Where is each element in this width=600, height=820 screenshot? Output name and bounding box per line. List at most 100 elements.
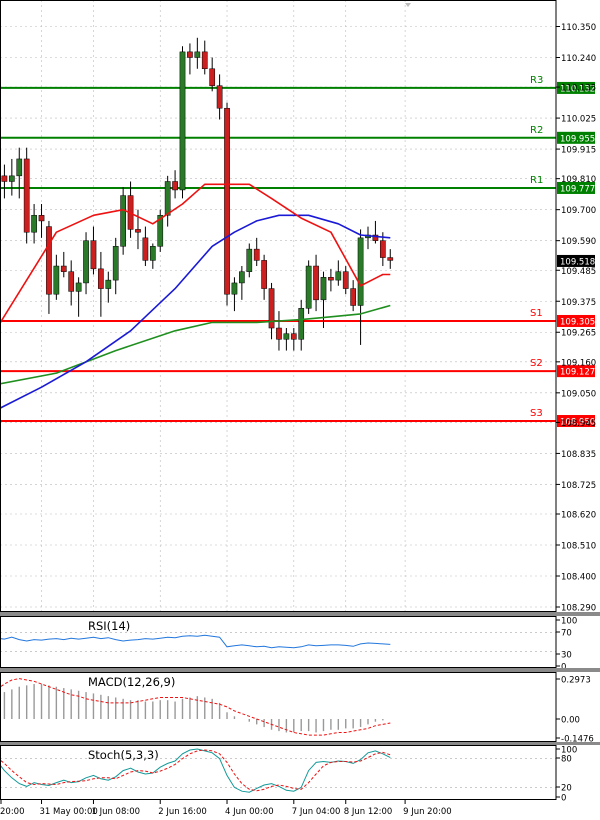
level-price-label: 109.777 <box>560 184 595 194</box>
price-tick-label: 108.510 <box>561 542 596 552</box>
candle-body <box>239 271 245 284</box>
candle-body <box>8 175 15 182</box>
candle-body <box>194 51 201 58</box>
candlesticks <box>1 37 394 351</box>
level-name-s2: S2 <box>530 358 543 369</box>
candle-body <box>387 257 394 261</box>
price-tick-label: 109.485 <box>561 267 596 277</box>
candle-body <box>290 333 297 340</box>
panel-background <box>0 616 556 668</box>
level-name-r2: R2 <box>530 125 543 136</box>
candle-body <box>305 265 312 309</box>
candle-body <box>23 158 30 233</box>
price-axis: 110.350 110.240 110.135 110.025 109.915 109.8… <box>405 3 596 614</box>
panel-title: RSI(14) <box>88 619 130 633</box>
rsi-panel: 10070300RSI(14) <box>0 616 577 673</box>
price-tick-label: 109.915 <box>561 146 596 156</box>
panel-separator <box>0 612 600 616</box>
moving-averages <box>0 183 391 410</box>
price-tick-label: 109.265 <box>561 329 596 339</box>
candle-body <box>53 265 60 295</box>
candle-body <box>209 68 216 86</box>
time-tick-label: 8 Jun 12:00 <box>344 807 393 817</box>
candle-body <box>283 333 290 340</box>
price-tick-label: 109.050 <box>561 389 596 399</box>
time-tick-label: 20:00 <box>0 807 25 817</box>
time-tick-label: 1 Jun 08:00 <box>91 807 140 817</box>
level-price-label: 109.305 <box>560 317 595 327</box>
candle-body <box>246 248 253 272</box>
price-tick-label: 108.725 <box>561 481 596 491</box>
candle-body <box>224 107 230 295</box>
price-tick-label: 108.835 <box>561 450 596 460</box>
panel-background <box>0 672 556 742</box>
candle-body <box>75 282 82 292</box>
price-tick-label: 110.350 <box>561 23 596 33</box>
panel-tick-label: 70 <box>561 629 572 639</box>
candle-body <box>328 277 334 281</box>
price-tick-label: 108.620 <box>561 511 596 521</box>
moving-average-blue <box>0 214 391 410</box>
forex-chart: R3110.132R2109.955R1109.777S1109.305S210… <box>0 0 600 817</box>
candle-body <box>342 271 349 289</box>
candle-body <box>68 271 75 292</box>
panel-background <box>0 745 556 800</box>
candle-body <box>31 215 37 233</box>
price-tick-label: 109.590 <box>561 237 596 247</box>
candle-body <box>112 246 119 281</box>
panel-tick-label: 30 <box>561 651 572 661</box>
price-tick-label: 110.135 <box>561 84 596 94</box>
candle-body <box>261 260 267 289</box>
candle-body <box>357 237 364 306</box>
time-tick-label: 2 Jun 16:00 <box>158 807 207 817</box>
candle-body <box>201 51 208 70</box>
candle-body <box>60 265 67 272</box>
panel-tick-label: 100 <box>561 617 577 627</box>
candle-body <box>187 51 193 58</box>
candle-body <box>320 277 327 301</box>
panel-tick-label: 0.00 <box>561 716 580 726</box>
candle-body <box>142 237 149 261</box>
candle-body <box>149 246 156 261</box>
level-price-label: 109.127 <box>560 368 595 378</box>
candle-body <box>216 85 223 109</box>
panel-tick-label: 20 <box>561 784 572 794</box>
candle-body <box>172 181 178 191</box>
candle-body <box>90 240 97 270</box>
candle-body <box>164 181 171 216</box>
time-tick-label: 4 Jun 00:00 <box>225 807 274 817</box>
main-grid <box>0 0 556 612</box>
panel-frame <box>0 0 557 612</box>
level-name-r1: R1 <box>530 175 543 186</box>
candle-body <box>379 240 386 258</box>
level-name-s3: S3 <box>530 408 543 419</box>
candle-body <box>105 279 112 289</box>
level-price-label: 109.955 <box>560 134 595 144</box>
panel-separator <box>0 668 600 672</box>
panel-title: Stoch(5,3,3) <box>88 748 159 762</box>
level-name-r3: R3 <box>530 75 543 86</box>
candle-body <box>83 240 89 284</box>
price-tick-label: 110.025 <box>561 115 596 125</box>
time-tick-label: 7 Jun 04:00 <box>292 807 341 817</box>
candle-body <box>120 195 126 247</box>
macd-panel: 0.29730.00-0.1476MACD(12,26,9) <box>0 672 594 745</box>
price-tick-label: 108.945 <box>561 419 596 429</box>
stoch-panel: 10080200Stoch(5,3,3) <box>0 745 577 804</box>
price-tick-label: 110.240 <box>561 54 596 64</box>
panel-title: MACD(12,26,9) <box>88 675 175 689</box>
panel-tick-label: 0 <box>561 794 566 804</box>
candle-body <box>16 158 23 177</box>
candle-body <box>1 175 8 182</box>
price-tick-label: 109.375 <box>561 298 596 308</box>
panel-separator <box>0 742 600 745</box>
price-tick-label: 109.810 <box>561 175 596 185</box>
candle-body <box>179 51 186 191</box>
time-tick-label: 31 May 00:00 <box>40 807 98 817</box>
candle-body <box>253 248 260 261</box>
candle-body <box>313 265 319 301</box>
candle-body <box>98 268 104 289</box>
panel-tick-label: 80 <box>561 755 572 765</box>
pivot-levels: R3110.132R2109.955R1109.777S1109.305S210… <box>0 75 595 428</box>
panel-tick-label: 0.2973 <box>561 676 591 686</box>
